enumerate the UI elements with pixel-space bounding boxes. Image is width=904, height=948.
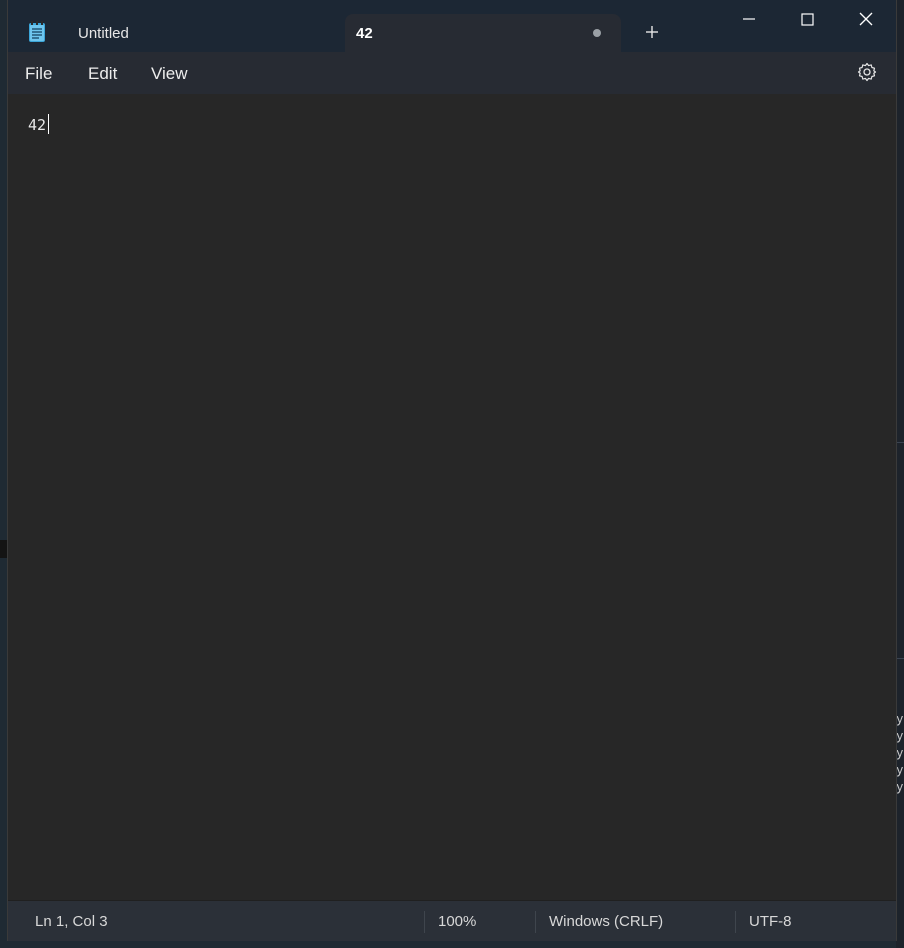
background-text: y <box>896 711 904 726</box>
editor-content[interactable]: 42 <box>28 116 46 134</box>
background-divider <box>896 658 904 659</box>
minimize-icon[interactable] <box>738 10 760 30</box>
text-editor[interactable]: 42 <box>8 94 896 899</box>
background-text: y <box>896 762 904 777</box>
menu-view[interactable]: View <box>151 64 188 84</box>
status-bar: Ln 1, Col 3 100% Windows (CRLF) UTF-8 <box>8 900 896 941</box>
background-text: y <box>896 745 904 760</box>
close-icon[interactable] <box>855 10 877 30</box>
background-text: y <box>896 728 904 743</box>
line-ending-indicator[interactable]: Windows (CRLF) <box>549 913 663 930</box>
unsaved-indicator-icon[interactable] <box>593 29 601 37</box>
titlebar[interactable]: Untitled 42 <box>8 0 896 52</box>
notepad-icon <box>29 21 45 42</box>
menu-edit[interactable]: Edit <box>88 64 117 84</box>
menu-bar: File Edit View <box>8 52 896 94</box>
maximize-icon[interactable] <box>796 10 818 30</box>
background-text: y <box>896 779 904 794</box>
status-divider <box>535 911 536 933</box>
background-left-strip <box>0 540 8 558</box>
plus-icon[interactable] <box>644 24 660 40</box>
menu-file[interactable]: File <box>25 64 52 84</box>
status-divider <box>424 911 425 933</box>
status-divider <box>735 911 736 933</box>
text-caret <box>48 114 49 134</box>
cursor-position: Ln 1, Col 3 <box>35 913 108 930</box>
tab-untitled[interactable]: Untitled <box>66 14 344 52</box>
background-right-edge <box>896 0 904 948</box>
encoding-indicator[interactable]: UTF-8 <box>749 913 792 930</box>
gear-icon[interactable] <box>857 62 877 82</box>
zoom-level[interactable]: 100% <box>438 913 476 930</box>
notepad-window: Untitled 42 File Edit View 42 Ln 1, Col … <box>8 0 896 941</box>
tab-label: Untitled <box>78 24 129 42</box>
tab-42[interactable]: 42 <box>345 14 621 52</box>
background-divider <box>896 442 904 443</box>
tab-label: 42 <box>356 24 373 42</box>
